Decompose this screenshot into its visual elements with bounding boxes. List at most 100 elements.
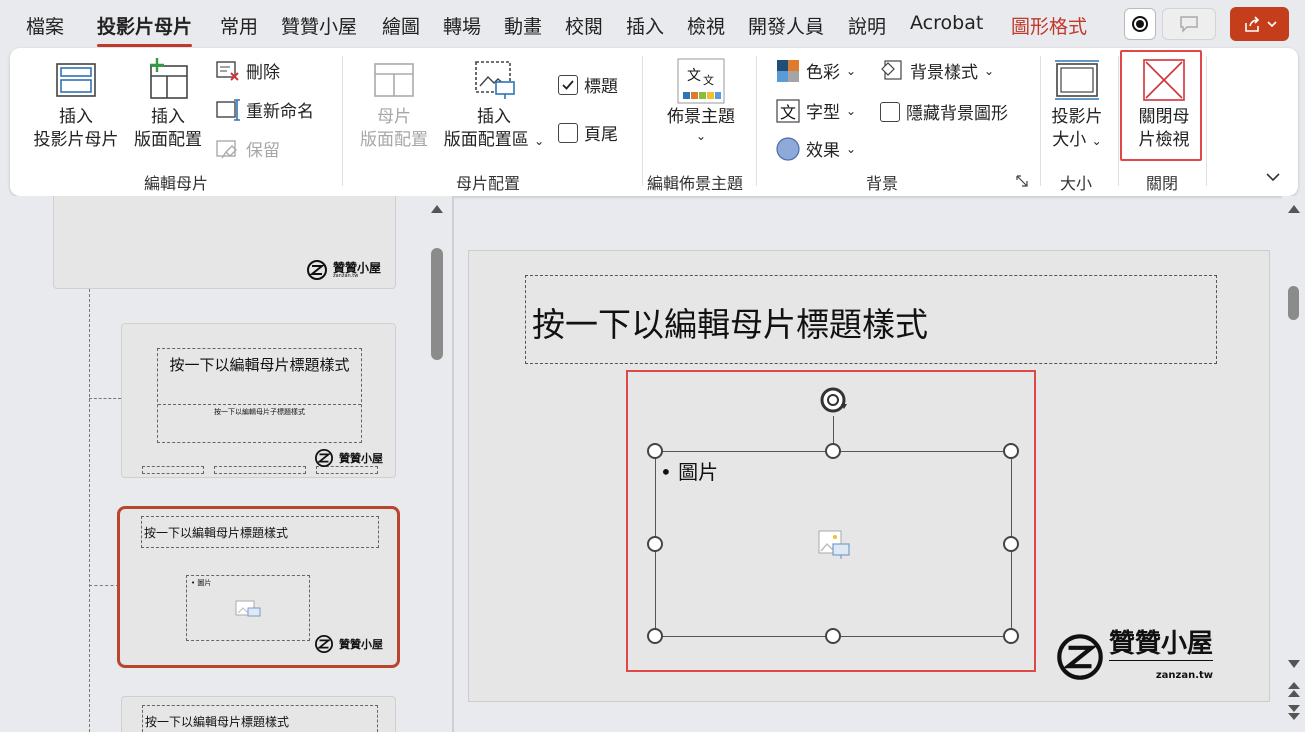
previous-slide-icon[interactable] xyxy=(1287,681,1301,699)
footer-checkbox[interactable]: 頁尾 xyxy=(558,120,618,145)
effects-icon xyxy=(776,136,800,161)
thumbnail-panel: 贊贊小屋 zanzan.tw 按一下以編輯母片標題樣式 按一下以編輯母片子標題樣… xyxy=(0,196,452,732)
comments-button[interactable] xyxy=(1162,8,1216,40)
insert-placeholder-button[interactable]: 插入 版面配置區 ⌄ xyxy=(438,58,550,153)
title-checkbox-label: 標題 xyxy=(584,77,618,97)
tab-insert[interactable]: 插入 xyxy=(626,12,664,39)
chevron-down-icon: ⌄ xyxy=(846,141,857,156)
title-placeholder[interactable]: 按一下以編輯母片標題樣式 xyxy=(525,275,1217,364)
background-styles-button[interactable]: 背景樣式 ⌄ xyxy=(880,58,994,83)
logo-text: 贊贊小屋 xyxy=(339,451,383,465)
chevron-down-icon: ⌄ xyxy=(695,129,707,143)
tab-zanzan[interactable]: 贊贊小屋 xyxy=(281,12,357,39)
thumbnail-title-layout[interactable]: 按一下以編輯母片標題樣式 按一下以編輯母片子標題樣式 贊贊小屋 xyxy=(121,323,396,478)
tab-animations[interactable]: 動畫 xyxy=(504,12,542,39)
thumbnail-tree-branch xyxy=(89,585,119,586)
scroll-down-arrow-icon[interactable] xyxy=(1287,659,1301,669)
thumbnail-picture-layout-selected[interactable]: 按一下以編輯母片標題樣式 • 圖片 贊贊小屋 xyxy=(117,506,400,668)
svg-text:文: 文 xyxy=(780,103,796,122)
insert-slide-master-label-1: 插入 xyxy=(59,107,93,127)
tab-review[interactable]: 校閱 xyxy=(565,12,603,39)
insert-layout-button[interactable]: 插入 版面配置 xyxy=(126,58,210,152)
next-slide-icon[interactable] xyxy=(1287,704,1301,722)
preserve-button[interactable]: 保留 xyxy=(216,136,280,161)
ribbon-separator xyxy=(642,56,643,186)
rename-label: 重新命名 xyxy=(246,102,314,122)
share-button[interactable] xyxy=(1230,7,1289,41)
hide-background-checkbox[interactable]: 隱藏背景圖形 xyxy=(880,99,1008,124)
chevron-down-icon: ⌄ xyxy=(846,103,857,118)
tab-home[interactable]: 常用 xyxy=(220,12,258,39)
zanzan-logo-icon xyxy=(315,449,333,467)
svg-text:文: 文 xyxy=(687,68,701,84)
ribbon-separator xyxy=(1118,56,1119,186)
colors-icon xyxy=(777,59,799,82)
master-layout-label-2: 版面配置 xyxy=(360,130,428,150)
tab-draw[interactable]: 繪圖 xyxy=(382,12,420,39)
colors-button[interactable]: 色彩 ⌄ xyxy=(776,58,856,83)
chevron-down-icon: ⌄ xyxy=(846,63,857,78)
group-label-close: 關閉 xyxy=(1146,174,1179,193)
group-label-background: 背景 xyxy=(866,174,899,193)
thumbnail-title-text: 按一下以編輯母片標題樣式 xyxy=(142,705,378,732)
record-button[interactable] xyxy=(1124,8,1156,40)
tab-shape-format[interactable]: 圖形格式 xyxy=(1011,12,1087,39)
slide-scrollbar[interactable] xyxy=(1282,196,1305,732)
dialog-launcher-icon[interactable] xyxy=(1016,175,1028,187)
master-layout-label-1: 母片 xyxy=(377,107,411,127)
thumbnail-number-placeholder xyxy=(316,466,378,474)
thumbnail-date-placeholder xyxy=(142,466,204,474)
thumbnail-slide-master[interactable]: 贊贊小屋 zanzan.tw xyxy=(53,196,396,289)
ribbon-separator xyxy=(342,56,343,186)
thumbnail-scrollbar[interactable] xyxy=(424,196,450,732)
scroll-up-arrow-icon[interactable] xyxy=(1287,204,1301,214)
delete-label: 刪除 xyxy=(246,63,280,83)
colors-label: 色彩 xyxy=(806,63,840,83)
tab-transitions[interactable]: 轉場 xyxy=(443,12,481,39)
thumbnail-subtitle-text: 按一下以編輯母片子標題樣式 xyxy=(214,408,305,416)
thumbnail-picture-placeholder: • 圖片 xyxy=(186,575,310,641)
tab-help[interactable]: 說明 xyxy=(848,12,886,39)
background-styles-icon xyxy=(881,59,902,80)
tab-developer[interactable]: 開發人員 xyxy=(748,12,824,39)
effects-button[interactable]: 效果 ⌄ xyxy=(776,136,856,161)
tab-view[interactable]: 檢視 xyxy=(687,12,725,39)
fonts-icon: 文 xyxy=(776,98,800,123)
thumbnail-title-text: 按一下以編輯母片標題樣式 xyxy=(158,349,361,405)
collapse-ribbon-icon[interactable] xyxy=(1266,172,1280,182)
themes-icon: 文 文 xyxy=(677,58,725,104)
ribbon-tab-bar: 檔案 投影片母片 常用 贊贊小屋 繪圖 轉場 動畫 校閱 插入 檢視 開發人員 … xyxy=(0,0,1305,48)
delete-button[interactable]: 刪除 xyxy=(216,58,280,83)
rename-button[interactable]: 重新命名 xyxy=(216,97,314,122)
themes-button[interactable]: 文 文 佈景主題 ⌄ xyxy=(660,58,742,143)
thumbnail-tree-line xyxy=(89,289,90,732)
logo-text: 贊贊小屋 xyxy=(332,260,381,275)
master-layout-button[interactable]: 母片 版面配置 xyxy=(356,58,432,152)
fonts-button[interactable]: 文 字型 ⌄ xyxy=(776,98,856,123)
title-checkbox[interactable]: 標題 xyxy=(558,72,618,97)
insert-layout-label-1: 插入 xyxy=(151,107,185,127)
ribbon-panel: 插入 投影片母片 插入 版面配置 刪除 重新命名 保留 編輯母片 母片 版面配置… xyxy=(10,48,1298,196)
scroll-up-arrow-icon[interactable] xyxy=(430,204,444,214)
ribbon-separator xyxy=(756,56,757,186)
tab-acrobat[interactable]: Acrobat xyxy=(910,12,983,34)
panel-divider[interactable] xyxy=(452,196,454,732)
zanzan-logo: 贊贊小屋 zanzan.tw xyxy=(306,260,381,280)
slide-size-label-2: 大小 ⌄ xyxy=(1052,130,1102,150)
zanzan-logo-icon xyxy=(315,635,333,653)
slide-size-button[interactable]: 投影片 大小 ⌄ xyxy=(1046,58,1108,153)
thumbnail-tree-branch xyxy=(89,398,121,399)
thumbnail-scroll-thumb[interactable] xyxy=(431,248,443,360)
chevron-down-icon: ⌄ xyxy=(984,63,995,78)
insert-slide-master-button[interactable]: 插入 投影片母片 xyxy=(30,58,122,152)
rename-icon xyxy=(216,98,240,121)
tab-slide-master[interactable]: 投影片母片 xyxy=(97,12,193,47)
slide-scroll-thumb[interactable] xyxy=(1288,286,1299,320)
insert-placeholder-label-1: 插入 xyxy=(477,107,511,127)
tab-file[interactable]: 檔案 xyxy=(26,12,64,39)
insert-placeholder-icon xyxy=(475,61,515,99)
thumbnail-layout-4[interactable]: 按一下以編輯母片標題樣式 xyxy=(121,696,396,732)
effects-label: 效果 xyxy=(806,141,840,161)
title-placeholder-text[interactable]: 按一下以編輯母片標題樣式 xyxy=(532,298,928,346)
zanzan-logo: 贊贊小屋 xyxy=(315,635,383,653)
